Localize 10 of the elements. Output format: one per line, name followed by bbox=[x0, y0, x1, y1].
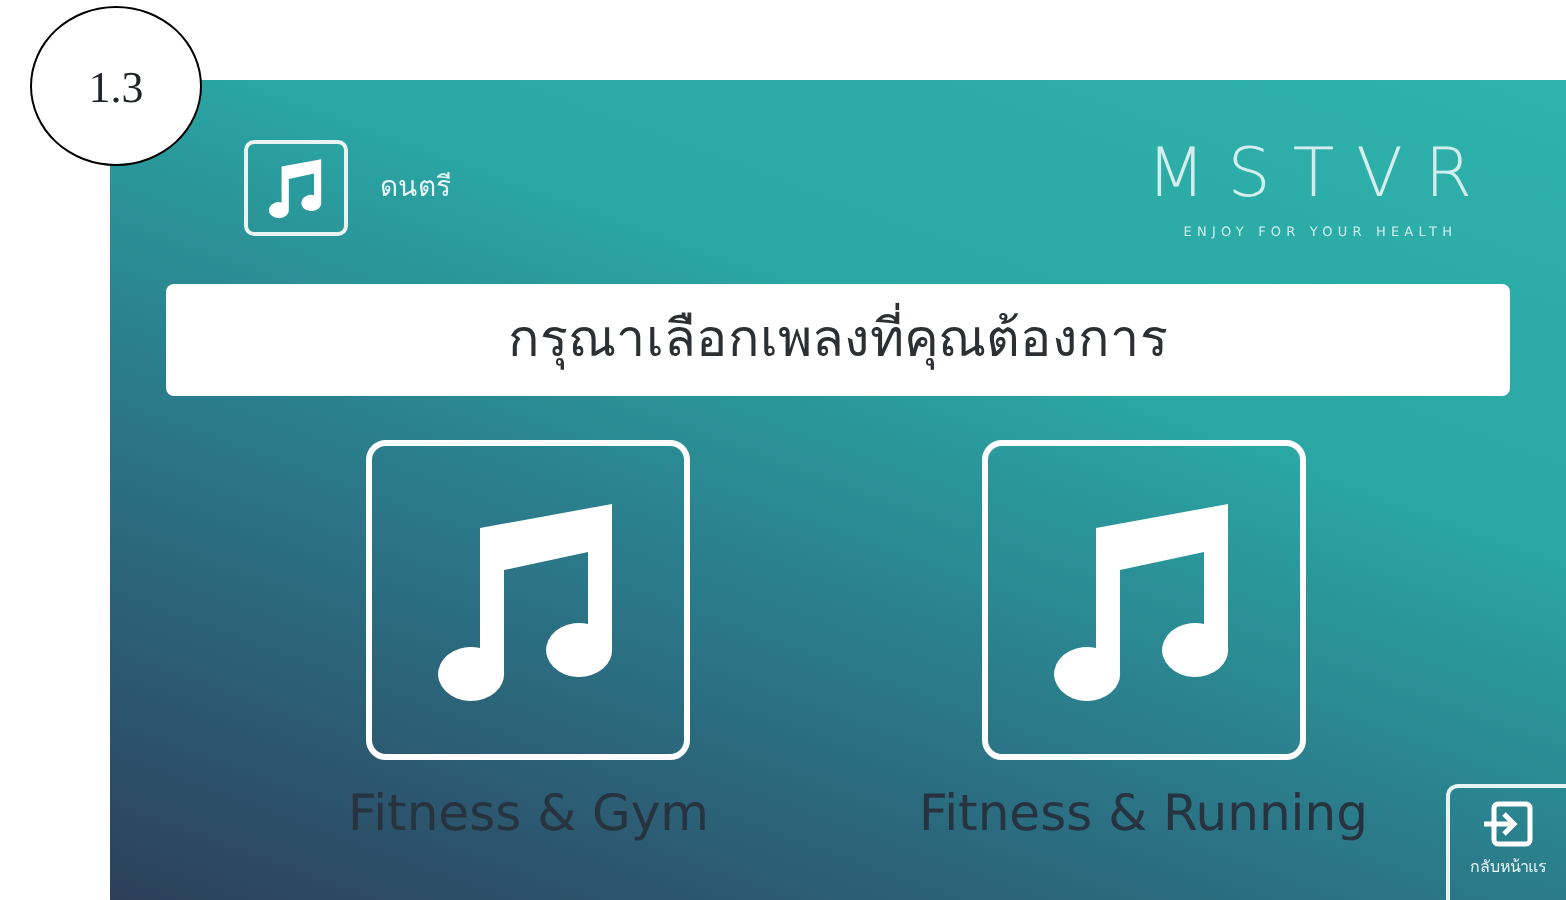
section-title: ดนตรี bbox=[380, 169, 452, 207]
music-tile[interactable] bbox=[366, 440, 691, 760]
annotation-circle: 1.3 bbox=[30, 6, 202, 166]
playlist-label: Fitness & Running bbox=[919, 782, 1368, 846]
prompt-banner: กรุณาเลือกเพลงที่คุณต้องการ bbox=[166, 284, 1510, 396]
back-home-button[interactable]: กลับหน้าแร bbox=[1446, 784, 1566, 900]
music-icon bbox=[244, 140, 348, 236]
music-tile[interactable] bbox=[981, 440, 1306, 760]
exit-icon bbox=[1482, 800, 1534, 848]
logo-text: MSTVR bbox=[1146, 140, 1494, 208]
